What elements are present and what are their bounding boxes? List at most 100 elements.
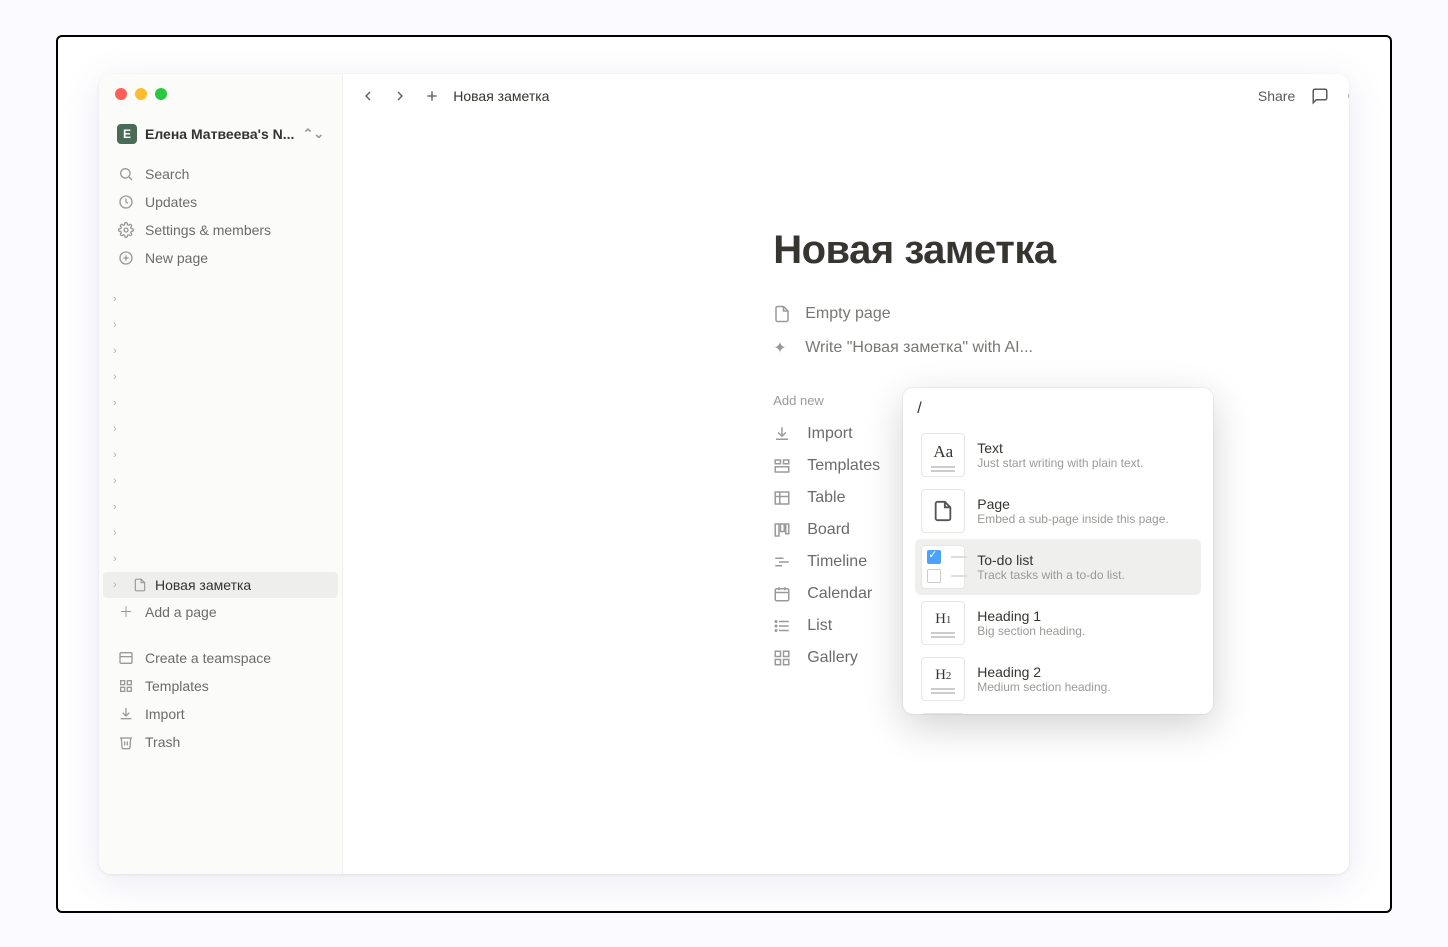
topbar: Новая заметка Share [343,74,1349,118]
page-content: Новая заметка Empty page ✦ Write "Новая … [343,118,1349,874]
templates-icon [773,457,793,475]
chevron-right-icon[interactable]: › [113,423,127,435]
page-icon [133,578,149,592]
chevron-right-icon[interactable]: › [113,527,127,539]
list-icon [773,617,793,635]
sidebar-updates-label: Updates [145,194,197,210]
tree-item[interactable]: › [103,416,338,442]
tree-item[interactable]: › [103,364,338,390]
close-window-icon[interactable] [115,88,127,100]
import-icon [117,706,135,722]
block-menu-list[interactable]: Aa TextJust start writing with plain tex… [915,426,1201,714]
chevron-right-icon[interactable]: › [113,449,127,461]
chevron-right-icon[interactable]: › [113,371,127,383]
chevron-right-icon[interactable]: › [113,345,127,357]
block-option-desc: Embed a sub-page inside this page. [977,512,1168,526]
tree-item[interactable]: › [103,312,338,338]
tree-item[interactable]: › [103,390,338,416]
sidebar-new-page[interactable]: New page [103,244,338,272]
sidebar-add-page-label: Add a page [145,604,217,620]
block-option-h2[interactable]: H2 Heading 2Medium section heading. [915,651,1201,707]
block-option-page[interactable]: PageEmbed a sub-page inside this page. [915,483,1201,539]
nav-back-button[interactable] [357,85,379,107]
block-option-desc: Track tasks with a to-do list. [977,568,1125,582]
trash-icon [117,734,135,750]
timeline-icon [773,553,793,571]
page-thumb-icon [921,489,965,533]
window-controls [115,88,167,100]
zoom-window-icon[interactable] [155,88,167,100]
chevron-right-icon[interactable]: › [113,293,127,305]
workspace-name: Елена Матвеева's N... [145,126,294,142]
sidebar-create-teamspace-label: Create a teamspace [145,650,271,666]
text-thumb-icon: Aa [921,433,965,477]
new-tab-button[interactable] [421,85,443,107]
chevron-right-icon[interactable]: › [113,397,127,409]
sidebar-templates-label: Templates [145,678,209,694]
block-option-desc: Big section heading. [977,624,1085,638]
calendar-icon [773,585,793,603]
tree-item[interactable]: › [103,338,338,364]
gallery-icon [773,649,793,667]
addnew-templates-label: Templates [807,457,880,475]
h3-thumb-icon: H3 [921,713,965,714]
page-icon [773,305,793,323]
workspace-switcher[interactable]: E Елена Матвеева's N... ⌃⌄ [105,118,336,150]
sidebar-create-teamspace[interactable]: Create a teamspace [103,644,338,672]
comments-icon[interactable] [1309,85,1331,107]
block-option-todo[interactable]: To-do listTrack tasks with a to-do list. [915,539,1201,595]
nav-forward-button[interactable] [389,85,411,107]
sparkle-icon: ✦ [773,338,793,358]
block-menu-query[interactable]: / [915,398,1201,426]
page-title[interactable]: Новая заметка [773,228,1349,273]
chevron-right-icon[interactable]: › [113,319,127,331]
minimize-window-icon[interactable] [135,88,147,100]
empty-page-option[interactable]: Empty page [773,297,1349,331]
tree-item[interactable]: › [103,520,338,546]
block-option-title: Page [977,496,1168,512]
addnew-import-label: Import [807,425,852,443]
block-option-desc: Just start writing with plain text. [977,456,1143,470]
tree-item[interactable]: › [103,494,338,520]
tree-item[interactable]: › [103,546,338,572]
plus-circle-icon [117,250,135,266]
tree-item[interactable]: › [103,286,338,312]
chevron-right-icon[interactable]: › [113,553,127,565]
block-option-h3[interactable]: H3 Heading 3Small section heading. [915,707,1201,714]
share-button[interactable]: Share [1258,88,1295,104]
block-option-title: Heading 1 [977,608,1085,624]
sidebar-search[interactable]: Search [103,160,338,188]
sidebar-add-page[interactable]: ＋ Add a page [103,598,338,626]
block-option-h1[interactable]: H1 Heading 1Big section heading. [915,595,1201,651]
chevron-updown-icon: ⌃⌄ [302,127,324,140]
sidebar-updates[interactable]: Updates [103,188,338,216]
h2-thumb-icon: H2 [921,657,965,701]
addnew-table-label: Table [807,489,845,507]
h1-thumb-icon: H1 [921,601,965,645]
history-icon[interactable] [1345,85,1349,107]
table-icon [773,489,793,507]
addnew-calendar-label: Calendar [807,585,872,603]
block-option-text[interactable]: Aa TextJust start writing with plain tex… [915,427,1201,483]
addnew-board-label: Board [807,521,850,539]
tree-item-current[interactable]: › Новая заметка [103,572,338,598]
addnew-list-label: List [807,617,832,635]
chevron-right-icon[interactable]: › [113,579,127,591]
sidebar-templates[interactable]: Templates [103,672,338,700]
sidebar-import[interactable]: Import [103,700,338,728]
sidebar: E Елена Матвеева's N... ⌃⌄ Search Update… [99,74,343,874]
tree-item[interactable]: › [103,468,338,494]
board-icon [773,521,793,539]
sidebar-search-label: Search [145,166,189,182]
write-with-ai-option[interactable]: ✦ Write "Новая заметка" with AI... [773,331,1349,365]
chevron-right-icon[interactable]: › [113,475,127,487]
templates-icon [117,678,135,694]
todo-thumb-icon [921,545,965,589]
sidebar-trash[interactable]: Trash [103,728,338,756]
sidebar-settings[interactable]: Settings & members [103,216,338,244]
breadcrumb-title[interactable]: Новая заметка [453,88,549,104]
tree-item[interactable]: › [103,442,338,468]
chevron-right-icon[interactable]: › [113,501,127,513]
import-icon [773,425,793,443]
write-with-ai-label: Write "Новая заметка" with AI... [805,339,1033,357]
